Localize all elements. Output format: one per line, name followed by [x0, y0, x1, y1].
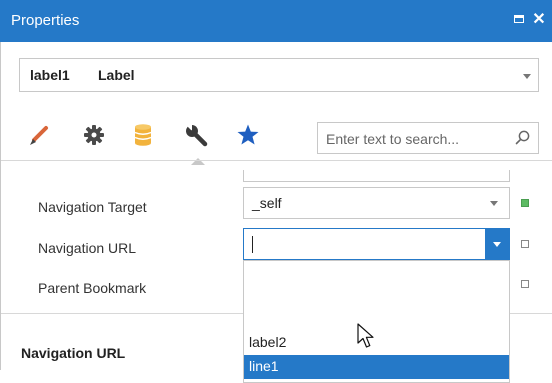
- property-marker-navigation-url[interactable]: [521, 240, 529, 248]
- list-item-selected[interactable]: line1: [244, 355, 509, 379]
- search-input[interactable]: [324, 128, 508, 150]
- maximize-button[interactable]: [508, 8, 530, 32]
- gear-icon: [84, 125, 104, 145]
- property-marker-parent-bookmark[interactable]: [521, 280, 529, 288]
- favorites-tab[interactable]: [231, 118, 265, 152]
- data-tab[interactable]: [126, 118, 160, 152]
- wrench-icon: [186, 125, 208, 147]
- brush-icon: [30, 126, 48, 145]
- chevron-down-icon: [523, 74, 531, 79]
- object-name: label1: [30, 67, 70, 83]
- property-label-parent-bookmark: Parent Bookmark: [38, 280, 147, 296]
- panel-title: Properties: [11, 12, 80, 29]
- panel-titlebar: Properties ✕: [0, 0, 552, 42]
- property-marker-navigation-target[interactable]: [521, 199, 529, 207]
- dropdown-button[interactable]: [485, 229, 509, 259]
- search-box[interactable]: [317, 122, 539, 154]
- chevron-down-icon: [493, 242, 501, 247]
- description-title: Navigation URL: [21, 345, 126, 361]
- behavior-tab[interactable]: [77, 118, 111, 152]
- navigation-target-select[interactable]: _self: [243, 187, 510, 219]
- mouse-pointer-icon: [357, 323, 374, 348]
- navigation-url-combobox[interactable]: [243, 228, 510, 260]
- close-button[interactable]: ✕: [528, 8, 550, 32]
- chevron-down-icon[interactable]: [490, 201, 498, 206]
- previous-field-edge: [243, 170, 510, 182]
- navigation-url-input[interactable]: [250, 235, 484, 255]
- url-dropdown-list: label2 line1: [243, 260, 510, 383]
- appearance-tab[interactable]: [22, 118, 56, 152]
- star-icon: [237, 124, 259, 145]
- maximize-icon: [514, 15, 524, 23]
- object-selector[interactable]: label1 Label: [19, 58, 539, 92]
- navigation-tab[interactable]: [179, 118, 213, 165]
- toolbar-divider: [1, 160, 552, 161]
- search-icon[interactable]: [514, 129, 532, 147]
- database-icon: [134, 124, 152, 146]
- property-label-navigation-target: Navigation Target: [38, 199, 147, 215]
- object-type: Label: [98, 67, 135, 83]
- properties-panel: label1 Label Enter text to search... Nav…: [0, 42, 552, 383]
- property-label-navigation-url: Navigation URL: [38, 240, 137, 256]
- navigation-target-value: _self: [252, 195, 282, 211]
